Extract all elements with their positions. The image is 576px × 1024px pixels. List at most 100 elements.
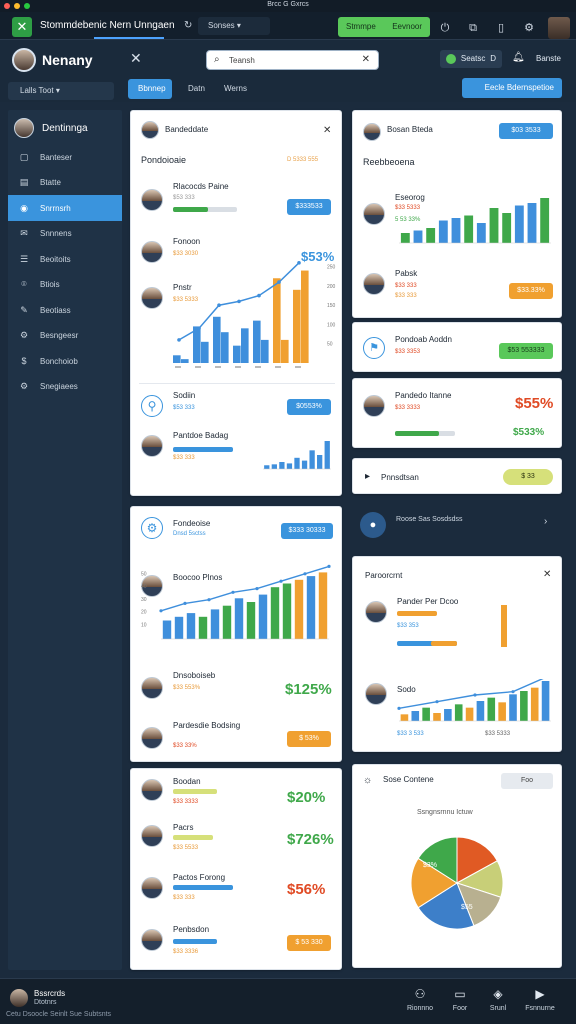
sidebar-item[interactable]: ⚙ Besngeesr xyxy=(8,323,122,349)
chart-bar xyxy=(541,681,550,721)
metric-sub: $53 333 xyxy=(173,405,195,411)
settings-icon[interactable]: ⚙ xyxy=(520,19,538,37)
value-badge[interactable]: $33.33% xyxy=(509,283,553,299)
chart-bar xyxy=(294,579,304,639)
chart-bar xyxy=(241,328,249,363)
footer-text: Cetu Dsoocle Seinlt Sue Subtsnts xyxy=(6,1011,112,1018)
filter-button[interactable]: Foo xyxy=(501,773,553,789)
chart-bar xyxy=(198,616,208,639)
member-avatar xyxy=(365,601,387,623)
app-title[interactable]: Stommdebenic Nern Unngaen xyxy=(40,20,175,31)
sidebar-item[interactable]: ▤ Btatte xyxy=(8,170,122,196)
sidebar-item[interactable]: ◉ Snrrnsrh xyxy=(8,195,122,221)
chart-bar xyxy=(294,457,300,469)
stats-icon: ▤ xyxy=(19,177,29,187)
power-icon[interactable]: ⏻ xyxy=(436,19,454,37)
chart-bar xyxy=(270,587,280,639)
card-title: Pnnsdtsan xyxy=(381,473,419,482)
x-tick-mark xyxy=(235,366,241,368)
value-badge[interactable]: $0553% xyxy=(287,399,331,415)
user-avatar[interactable] xyxy=(10,989,28,1007)
chart-bar xyxy=(293,289,301,363)
member-sub: $33 333 xyxy=(173,895,195,901)
notification-icon[interactable]: 🔔︎ xyxy=(512,52,525,64)
reports-icon: ◉ xyxy=(20,202,28,213)
sidebar-item[interactable]: $ Bonchoiob xyxy=(8,348,122,374)
close-icon[interactable]: ✕ xyxy=(130,50,142,67)
sidebar-item[interactable]: ⚙ Snegiaees xyxy=(8,374,122,400)
section-title: Pondoioaie xyxy=(141,155,187,165)
card-sub: $33 3333 xyxy=(395,405,421,411)
close-card-icon[interactable]: ✕ xyxy=(323,125,331,136)
account-pill[interactable]: Seatsc D xyxy=(440,50,502,68)
y-tick-label: 100 xyxy=(327,322,336,328)
sidebar-item[interactable]: ✉ Snnnens xyxy=(8,221,122,247)
member-avatar xyxy=(363,395,385,417)
chart-bar xyxy=(498,702,506,721)
header-link[interactable]: Banste xyxy=(536,54,561,63)
member-avatar xyxy=(141,929,163,951)
sidebar-item[interactable]: ▢ Banteser xyxy=(8,144,122,170)
team-icon: ☰ xyxy=(19,253,29,264)
tab-bbnnep[interactable]: Bbnnep xyxy=(128,79,172,99)
member-avatar xyxy=(141,727,163,749)
section-title: Reebbeoena xyxy=(363,157,415,167)
trend-point xyxy=(231,590,235,594)
member-sub: $53 333 xyxy=(173,195,195,201)
portfolio-chart xyxy=(397,679,551,722)
trend-point xyxy=(207,598,211,602)
tab-werns[interactable]: Werns xyxy=(214,79,250,99)
bottom-nav-label: Fsnnurne xyxy=(525,1005,555,1012)
value-badge[interactable]: $ 53% xyxy=(287,731,331,747)
trend-point xyxy=(303,572,307,576)
chart-bar xyxy=(309,450,315,469)
tab-sonses[interactable]: Sonses ▾ xyxy=(198,17,270,35)
trend-point xyxy=(511,690,515,694)
sidebar-item[interactable]: ⌾ Btiois xyxy=(8,272,122,298)
chart-bar xyxy=(279,462,285,469)
view-select[interactable]: Lalls Toot ▾ xyxy=(8,82,114,100)
bottom-nav-item[interactable]: ⚇ Rionnno xyxy=(400,987,440,1012)
notes-icon[interactable]: ▯ xyxy=(492,19,510,37)
summary-card: ⚑ Pondoab Aoddn $33 3353 $53 553333 xyxy=(352,322,562,372)
refresh-icon[interactable]: ↻ xyxy=(184,20,192,31)
sidebar-item[interactable]: ✎ Beotiass xyxy=(8,297,122,323)
card-title: Paroorcrnt xyxy=(365,571,403,580)
dollar-icon: $ xyxy=(21,356,27,366)
sidebar-item[interactable]: ☰ Beoitoits xyxy=(8,246,122,272)
clear-search-icon[interactable]: ✕ xyxy=(362,54,370,65)
metric-name: Sodiin xyxy=(173,391,196,400)
window-icon[interactable]: ⧉ xyxy=(464,19,482,37)
bottom-nav-item[interactable]: ▶ Fsnnurne xyxy=(520,987,560,1012)
trend-point xyxy=(257,293,261,298)
progress-bar xyxy=(173,207,237,212)
user-avatar[interactable] xyxy=(548,17,570,39)
bottom-nav-item[interactable]: ◈ Srunl xyxy=(478,987,518,1012)
sidebar-header[interactable]: Dentinnga xyxy=(14,118,88,138)
chart-bar xyxy=(509,694,517,721)
close-card-icon[interactable]: ✕ xyxy=(543,569,551,580)
value-badge[interactable]: $ 53 330 xyxy=(287,935,331,951)
tab-datn[interactable]: Datn xyxy=(178,79,208,99)
bottom-nav-item[interactable]: ▭ Foor xyxy=(440,987,480,1012)
play-icon[interactable]: ▸ xyxy=(365,471,370,482)
value-badge[interactable]: $ 33 xyxy=(503,469,553,485)
value-badge[interactable]: $333 30333 xyxy=(281,523,333,539)
primary-action-button[interactable]: Eecle Bdernspetioe xyxy=(462,78,562,98)
brand-name: Nenany xyxy=(42,52,93,68)
status-pill[interactable]: Stmmpe Eevnoor xyxy=(338,17,430,37)
member-sub: $33 3336 xyxy=(173,949,199,955)
brand-avatar[interactable] xyxy=(12,48,36,72)
value-badge[interactable]: $333533 xyxy=(287,199,331,215)
value-badge[interactable]: $03 3533 xyxy=(499,123,553,139)
performance-chart: 50 100 150 200 250 xyxy=(173,261,336,368)
trend-point xyxy=(435,700,439,704)
x-tick-mark xyxy=(175,366,181,368)
chart-bar xyxy=(286,463,293,469)
chart-bar xyxy=(258,594,268,639)
link-row[interactable]: ● Roose Sas Sosdsdss › xyxy=(352,506,562,546)
user-role: Dtotnrs xyxy=(34,999,57,1006)
value-badge[interactable]: $53 553333 xyxy=(499,343,553,359)
search-input[interactable]: ⌕ Teansh ✕ xyxy=(206,50,379,70)
progress-fill xyxy=(395,431,440,436)
